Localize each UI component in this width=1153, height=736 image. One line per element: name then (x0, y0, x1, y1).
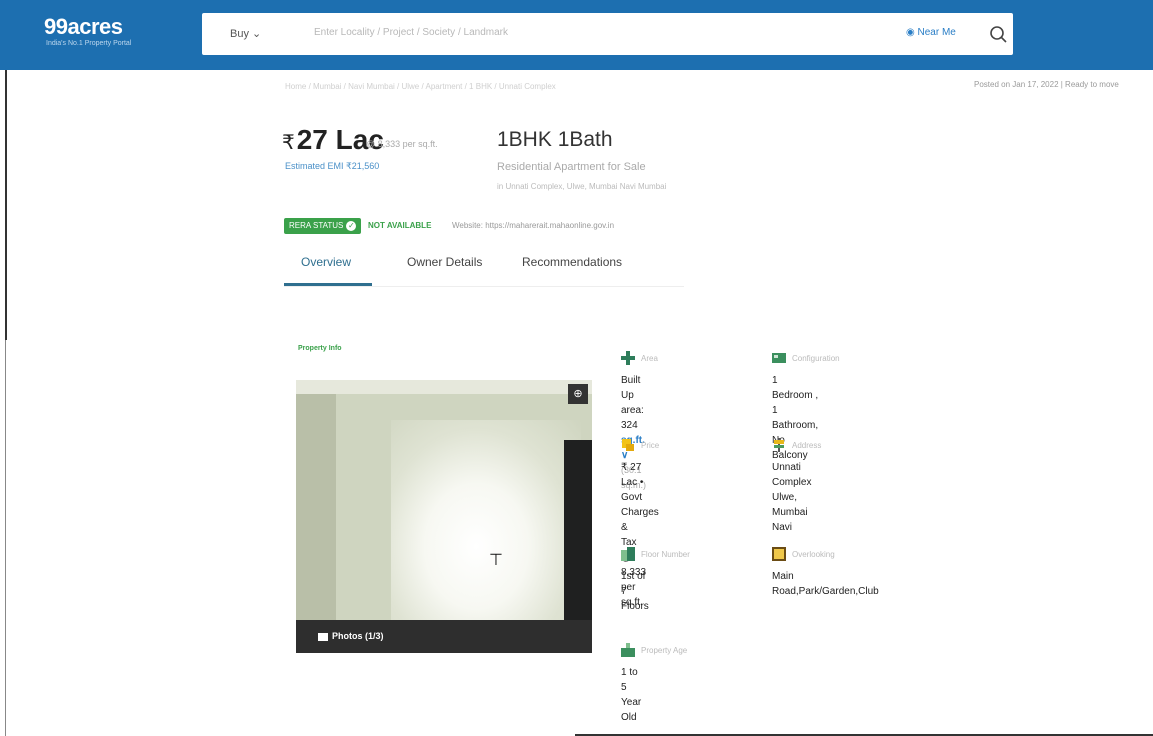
check-icon: ✓ (346, 221, 357, 231)
location-icon: ◉ (906, 27, 915, 38)
emi-link[interactable]: Estimated EMI ₹21,560 (285, 161, 379, 172)
property-title: 1BHK 1Bath (497, 128, 613, 151)
property-subtitle: Residential Apartment for Sale (497, 161, 646, 173)
buy-dropdown[interactable]: Buy ⌄ (230, 27, 261, 40)
rera-website[interactable]: Website: https://maharerait.mahaonline.g… (452, 221, 614, 230)
buy-label: Buy (230, 28, 249, 40)
search-icon[interactable] (987, 23, 1009, 45)
age-value: 1 to 5 Year Old (621, 667, 642, 723)
window-icon (772, 547, 786, 561)
rera-status-badge[interactable]: RERA STATUS ✓ (284, 218, 362, 234)
photo-ceiling (296, 380, 592, 394)
address-line1: Unnati Complex (772, 462, 812, 488)
tab-owner-details[interactable]: Owner Details (407, 255, 482, 269)
price-line1: ₹ 27 Lac • Govt Charges & (621, 462, 659, 533)
tab-divider (284, 286, 684, 287)
overlooking-line1: Main (772, 571, 794, 582)
posted-date: Posted on Jan 17, 2022 | Ready to move (974, 80, 1119, 89)
area-icon (621, 351, 635, 365)
floor-value: 1st of 7 Floors (621, 571, 649, 612)
near-me-button[interactable]: ◉ Near Me (906, 27, 956, 38)
top-header: 99acres India's No.1 Property Portal Buy… (0, 0, 1153, 70)
property-info-label: Property Info (298, 345, 342, 352)
photo-wall (296, 380, 336, 653)
price-label: Price (641, 441, 660, 450)
address-line2: Ulwe, Mumbai Navi (772, 492, 808, 533)
photos-bar[interactable]: Photos (1/3) (296, 620, 592, 653)
active-tab-indicator (284, 283, 372, 286)
rera-availability: NOT AVAILABLE (368, 221, 432, 230)
logo[interactable]: 99acres (44, 14, 123, 40)
breadcrumb[interactable]: Home / Mumbai / Navi Mumbai / Ulwe / Apa… (285, 82, 556, 91)
building-age-icon (621, 643, 635, 657)
photos-count: Photos (1/3) (332, 631, 384, 641)
left-border (5, 340, 6, 736)
overlooking-line2: Road,Park/Garden,Club (772, 586, 879, 597)
age-label: Property Age (641, 646, 688, 655)
overlooking-label: Overlooking (792, 550, 835, 559)
configuration-line1: 1 Bedroom , 1 Bathroom, (772, 375, 819, 431)
search-bar[interactable]: Buy ⌄ Enter Locality / Project / Society… (202, 13, 1013, 55)
floor-icon (621, 547, 635, 561)
tab-overview[interactable]: Overview (301, 255, 351, 269)
logo-tagline: India's No.1 Property Portal (46, 40, 132, 47)
area-label: Area (641, 354, 658, 363)
price-icon (622, 439, 634, 451)
property-address: in Unnati Complex, Ulwe, Mumbai Navi Mum… (497, 182, 667, 191)
property-details: Area Built Up area: 324 sq.ft. ∨ (30.1 sq… (604, 345, 899, 723)
rupee-symbol: ₹ (282, 132, 295, 154)
image-icon (318, 632, 328, 641)
floor-label: Floor Number (641, 550, 690, 559)
property-photo[interactable]: ⊤ ⊕ Photos (1/3) (296, 380, 592, 653)
zoom-icon[interactable]: ⊕ (568, 384, 588, 404)
price-per-sqft: @ 8,333 per sq.ft. (366, 139, 438, 149)
near-me-label: Near Me (917, 27, 956, 38)
bed-icon (772, 353, 786, 363)
configuration-label: Configuration (792, 354, 840, 363)
address-label: Address (792, 441, 822, 450)
photo-light (391, 420, 581, 650)
area-value: Built Up area: 324 (621, 375, 644, 431)
photo-hook: ⊤ (489, 552, 503, 569)
tab-recommendations[interactable]: Recommendations (522, 255, 622, 269)
rera-label: RERA STATUS (289, 221, 344, 230)
left-border (5, 70, 7, 340)
chevron-down-icon: ⌄ (252, 28, 262, 40)
signpost-icon (774, 438, 784, 452)
search-input[interactable]: Enter Locality / Project / Society / Lan… (314, 27, 508, 38)
